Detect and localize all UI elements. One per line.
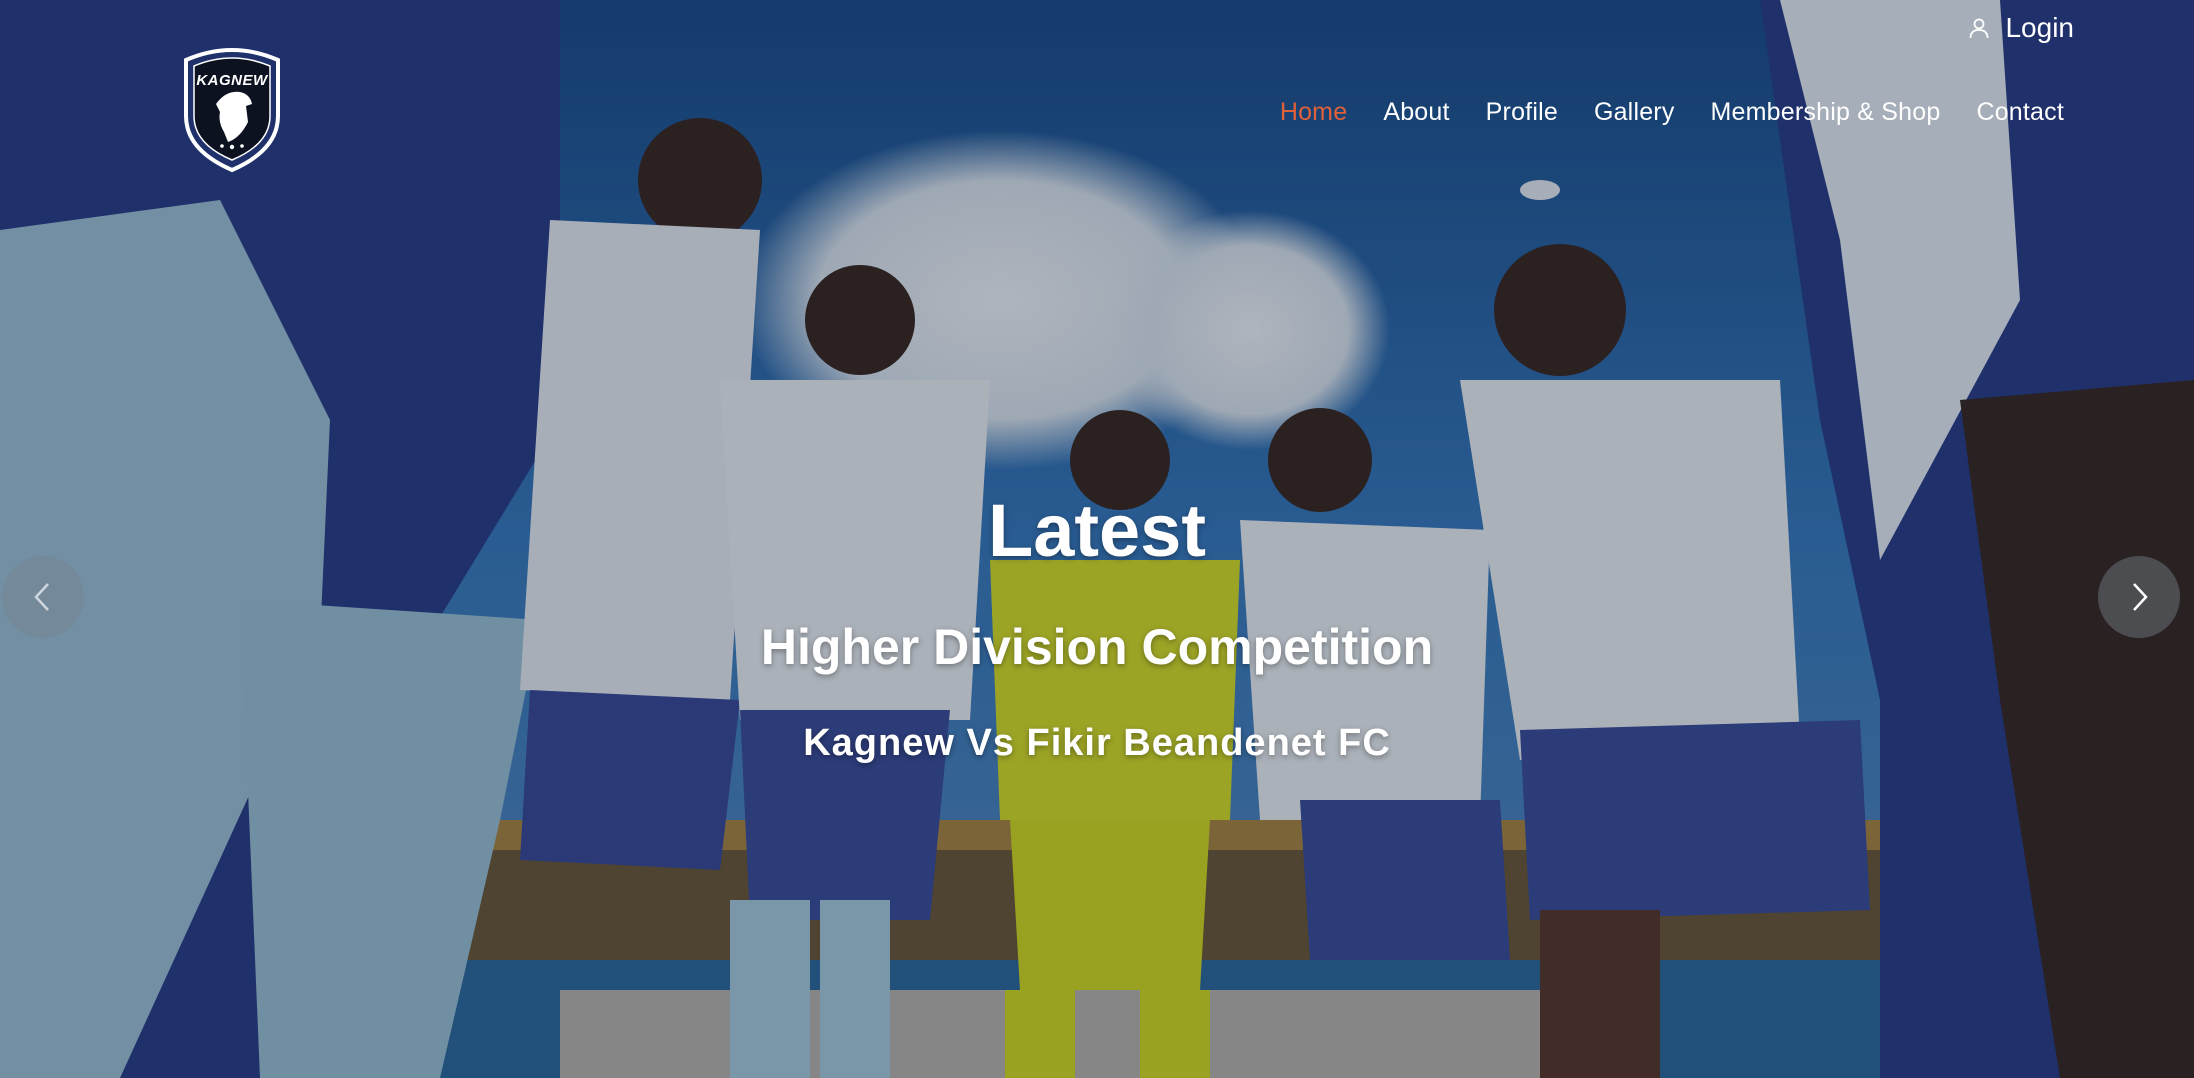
chevron-left-icon <box>34 583 49 611</box>
logo-text: KAGNEW <box>196 72 268 89</box>
nav-item-home[interactable]: Home <box>1280 98 1348 127</box>
chevron-right-icon <box>2133 583 2148 611</box>
user-icon <box>1970 18 1989 39</box>
hero-subtitle: Higher Division Competition <box>760 619 1434 675</box>
hero-slider: KAGNEW Login Home About Profile Gallery … <box>0 0 2194 1078</box>
slider-next-button[interactable] <box>2098 556 2180 638</box>
site-logo[interactable]: KAGNEW <box>178 46 286 174</box>
hero-title: Latest <box>988 489 1206 572</box>
site-header: KAGNEW Login Home About Profile Gallery … <box>0 0 2194 180</box>
nav-item-about[interactable]: About <box>1383 98 1449 127</box>
horse-crest-icon <box>184 48 280 173</box>
nav-item-contact[interactable]: Contact <box>1976 98 2064 127</box>
login-label: Login <box>2005 12 2074 43</box>
hero-match: Kagnew Vs Fikir Beandenet FC <box>803 722 1391 764</box>
nav-item-membership-shop[interactable]: Membership & Shop <box>1711 98 1941 127</box>
nav-item-profile[interactable]: Profile <box>1486 98 1558 127</box>
login-link[interactable]: Login <box>1967 8 2074 48</box>
main-nav: Home About Profile Gallery Membership & … <box>1280 98 2064 127</box>
slider-prev-button[interactable] <box>2 556 84 638</box>
nav-item-gallery[interactable]: Gallery <box>1594 98 1675 127</box>
